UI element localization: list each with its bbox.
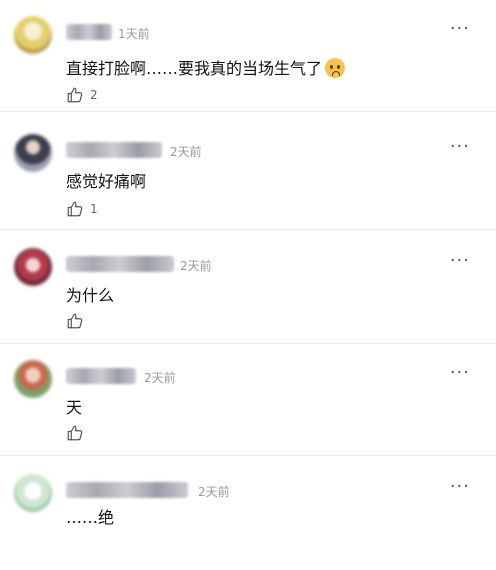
comment-item: 2天前 ··· 天 — [0, 344, 496, 456]
comment-time: 2天前 — [170, 145, 202, 159]
more-options-button[interactable]: ··· — [450, 20, 470, 38]
comment-item: 2天前 ··· 为什么 — [0, 232, 496, 344]
username-blurred[interactable] — [66, 142, 162, 158]
like-button[interactable]: 2 — [66, 86, 98, 104]
thumbs-up-icon — [67, 201, 83, 217]
comment-time: 1天前 — [118, 27, 150, 41]
comment-text: ……绝 — [66, 508, 115, 527]
username-blurred[interactable] — [66, 368, 136, 384]
thumbs-up-icon — [67, 87, 83, 103]
avatar[interactable] — [14, 360, 52, 398]
more-options-button[interactable]: ··· — [450, 364, 470, 382]
avatar[interactable] — [14, 474, 52, 512]
comment-text: 感觉好痛啊 — [66, 172, 147, 191]
avatar[interactable] — [14, 16, 52, 54]
username-blurred[interactable] — [66, 256, 174, 272]
like-button[interactable] — [66, 424, 90, 442]
thumbs-up-icon — [67, 425, 83, 441]
more-options-button[interactable]: ··· — [450, 138, 470, 156]
username-blurred[interactable] — [66, 24, 112, 40]
avatar[interactable] — [14, 134, 52, 172]
comment-time: 2天前 — [180, 259, 212, 273]
comment-time: 2天前 — [198, 485, 230, 499]
like-count: 1 — [90, 202, 98, 216]
sad-face-emoji-icon — [325, 58, 346, 78]
comment-text-content: 直接打脸啊……要我真的当场生气了 — [66, 59, 323, 78]
comment-text: 直接打脸啊……要我真的当场生气了 — [66, 55, 346, 79]
comment-text: 为什么 — [66, 286, 115, 305]
more-options-button[interactable]: ··· — [450, 478, 470, 496]
comment-item: 1天前 ··· 直接打脸啊……要我真的当场生气了 2 — [0, 0, 496, 112]
avatar[interactable] — [14, 248, 52, 286]
comment-item: 2天前 ··· ……绝 — [0, 458, 496, 570]
comment-text: 天 — [66, 398, 83, 417]
username-blurred[interactable] — [66, 482, 188, 498]
comment-time: 2天前 — [144, 371, 176, 385]
like-button[interactable]: 1 — [66, 200, 98, 218]
more-options-button[interactable]: ··· — [450, 252, 470, 270]
comment-item: 2天前 ··· 感觉好痛啊 1 — [0, 118, 496, 230]
thumbs-up-icon — [67, 313, 83, 329]
like-button[interactable] — [66, 312, 90, 330]
like-count: 2 — [90, 88, 98, 102]
